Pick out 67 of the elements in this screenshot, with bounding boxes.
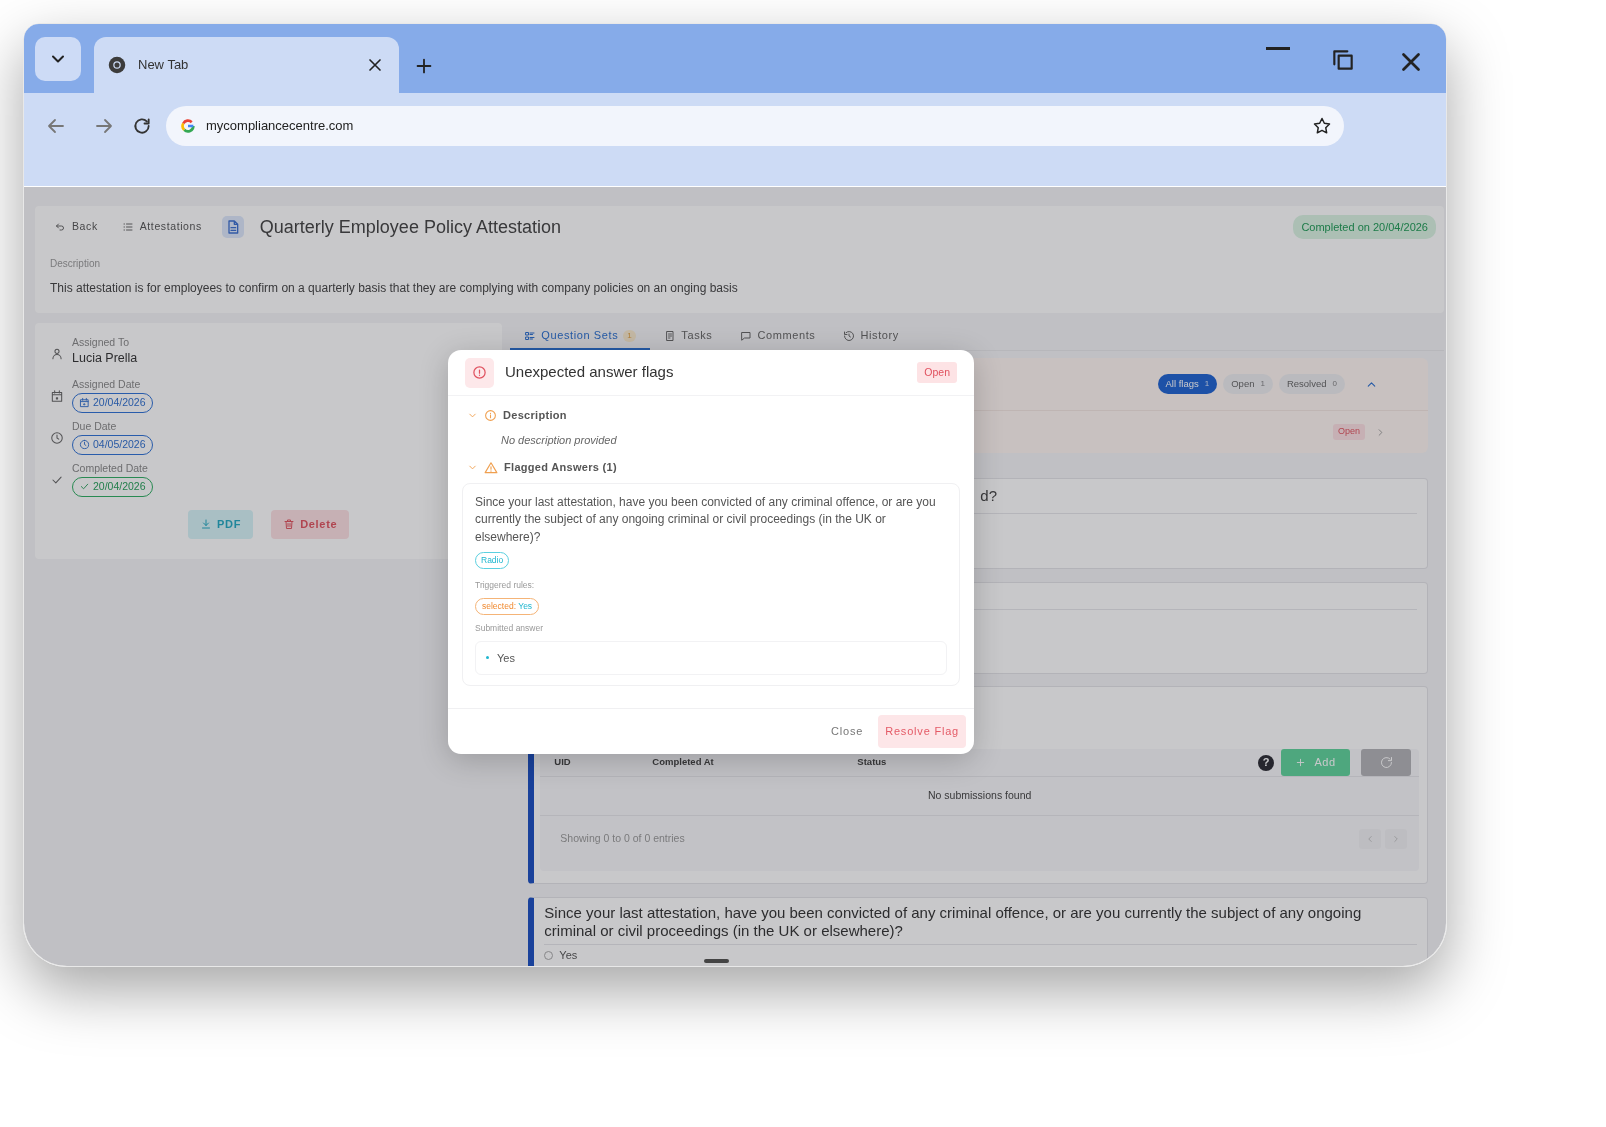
delete-button[interactable]: Delete	[271, 510, 350, 539]
refresh-icon	[1378, 755, 1394, 770]
reload-icon	[132, 116, 152, 136]
address-bar[interactable]: mycompliancecentre.com	[166, 106, 1344, 146]
field-label: Assigned To	[72, 336, 130, 349]
restore-icon	[1330, 47, 1356, 73]
person-icon	[50, 347, 64, 361]
search-engine-icon	[180, 118, 196, 134]
star-icon	[1312, 116, 1332, 136]
minimize-icon	[1266, 47, 1290, 50]
list-icon	[524, 329, 537, 342]
document-icon	[664, 329, 677, 342]
tab-search-button[interactable]	[35, 37, 81, 81]
column-header: Completed At	[652, 755, 715, 770]
entries-count: Showing 0 to 0 of 0 entries	[560, 830, 685, 846]
status-badge: Open	[1332, 424, 1365, 440]
chevron-right-icon	[1391, 833, 1401, 844]
answer-text: Yes	[497, 650, 515, 666]
scroll-handle[interactable]	[704, 959, 729, 963]
help-icon[interactable]: ?	[1258, 754, 1274, 771]
description-label: Description	[50, 257, 102, 271]
calendar-icon	[50, 389, 64, 403]
dialog-title: Unexpected answer flags	[505, 362, 674, 383]
description-section-toggle[interactable]: Description	[462, 406, 567, 424]
tab[interactable]: History	[829, 323, 913, 350]
column-header: UID	[554, 755, 572, 770]
clock-icon	[50, 431, 64, 445]
calendar-icon	[79, 397, 90, 409]
trash-icon	[283, 518, 296, 531]
chevron-left-icon	[1365, 833, 1375, 844]
bookmark-button[interactable]	[1312, 116, 1332, 136]
rules-label: Triggered rules:	[475, 579, 536, 592]
clock-icon	[79, 439, 90, 451]
list-icon	[121, 221, 134, 233]
status-badge: Open	[917, 361, 957, 384]
reload-button[interactable]	[132, 116, 152, 136]
tab[interactable]: Tasks	[650, 323, 727, 350]
filter-pill[interactable]: All flags 1	[1157, 373, 1218, 395]
description-text: No description provided	[500, 433, 618, 448]
column-header: Status	[857, 755, 887, 770]
assignee-name: Lucia Prella	[72, 350, 138, 367]
flagged-section-toggle[interactable]: Flagged Answers (1)	[462, 458, 617, 477]
download-icon	[200, 518, 212, 531]
info-icon	[484, 408, 497, 422]
attestations-link[interactable]: Attestations	[117, 215, 206, 239]
resolve-button[interactable]: Resolve Flag	[878, 715, 966, 748]
return-icon	[54, 221, 66, 233]
empty-message: No submissions found	[540, 777, 1419, 816]
warning-icon	[484, 460, 498, 475]
close-button[interactable]: Close	[824, 715, 871, 748]
field-label: Due Date	[72, 420, 118, 433]
description-text: This attestation is for employees to confirm on a quarterly basis that they are complying with company policies on an onging basis	[50, 280, 739, 297]
browser-tab[interactable]: New Tab	[94, 37, 399, 93]
page-title: Quarterly Employee Policy Attestation	[259, 215, 561, 239]
submitted-label: Submitted answer	[475, 621, 545, 635]
status-badge: Completed on 20/04/2026	[1293, 214, 1436, 240]
browser-logo-icon	[108, 56, 126, 74]
history-icon	[843, 329, 856, 342]
question-text: Since your last attestation, have you been convicted of any criminal offence, or are you currently the subject of any ongoing criminal or civil proceedings (in the UK or elsewhere)?	[544, 904, 1417, 945]
field-label: Assigned Date	[72, 378, 142, 391]
filter-pill[interactable]: Open 1	[1223, 373, 1273, 395]
field-label: Completed Date	[72, 462, 149, 475]
tab[interactable]: Comments	[726, 323, 830, 350]
option-label: Yes	[559, 948, 578, 963]
back-link[interactable]: Back	[50, 215, 102, 239]
plus-icon	[1295, 757, 1307, 768]
comment-icon	[740, 329, 753, 342]
